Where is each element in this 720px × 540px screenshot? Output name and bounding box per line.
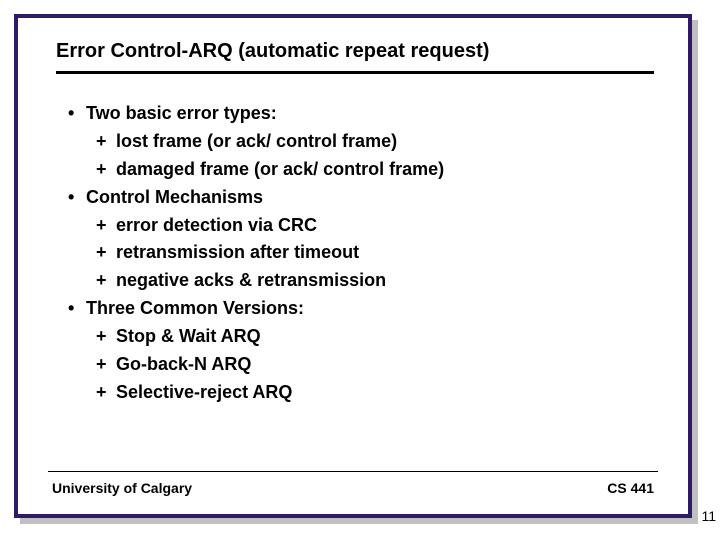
bullet-level2: Go-back-N ARQ bbox=[96, 351, 652, 379]
bullet-level2: Selective-reject ARQ bbox=[96, 379, 652, 407]
page-number: 11 bbox=[701, 508, 716, 524]
slide-title: Error Control-ARQ (automatic repeat requ… bbox=[56, 40, 654, 63]
bullet-level1: Three Common Versions: bbox=[68, 295, 652, 323]
slide-frame: Error Control-ARQ (automatic repeat requ… bbox=[14, 14, 692, 518]
bullet-level2: Stop & Wait ARQ bbox=[96, 323, 652, 351]
title-block: Error Control-ARQ (automatic repeat requ… bbox=[48, 40, 658, 80]
footer-right: CS 441 bbox=[607, 480, 654, 496]
bullet-level2: lost frame (or ack/ control frame) bbox=[96, 128, 652, 156]
footer-left: University of Calgary bbox=[52, 480, 192, 496]
slide-content: Two basic error types: lost frame (or ac… bbox=[48, 80, 658, 471]
bullet-level1: Two basic error types: bbox=[68, 100, 652, 128]
title-underline bbox=[56, 71, 654, 74]
bullet-level2: negative acks & retransmission bbox=[96, 267, 652, 295]
bullet-level2: error detection via CRC bbox=[96, 212, 652, 240]
footer-rule bbox=[48, 471, 658, 472]
bullet-level1: Control Mechanisms bbox=[68, 184, 652, 212]
slide-footer: University of Calgary CS 441 bbox=[48, 480, 658, 496]
bullet-level2: damaged frame (or ack/ control frame) bbox=[96, 156, 652, 184]
bullet-level2: retransmission after timeout bbox=[96, 239, 652, 267]
